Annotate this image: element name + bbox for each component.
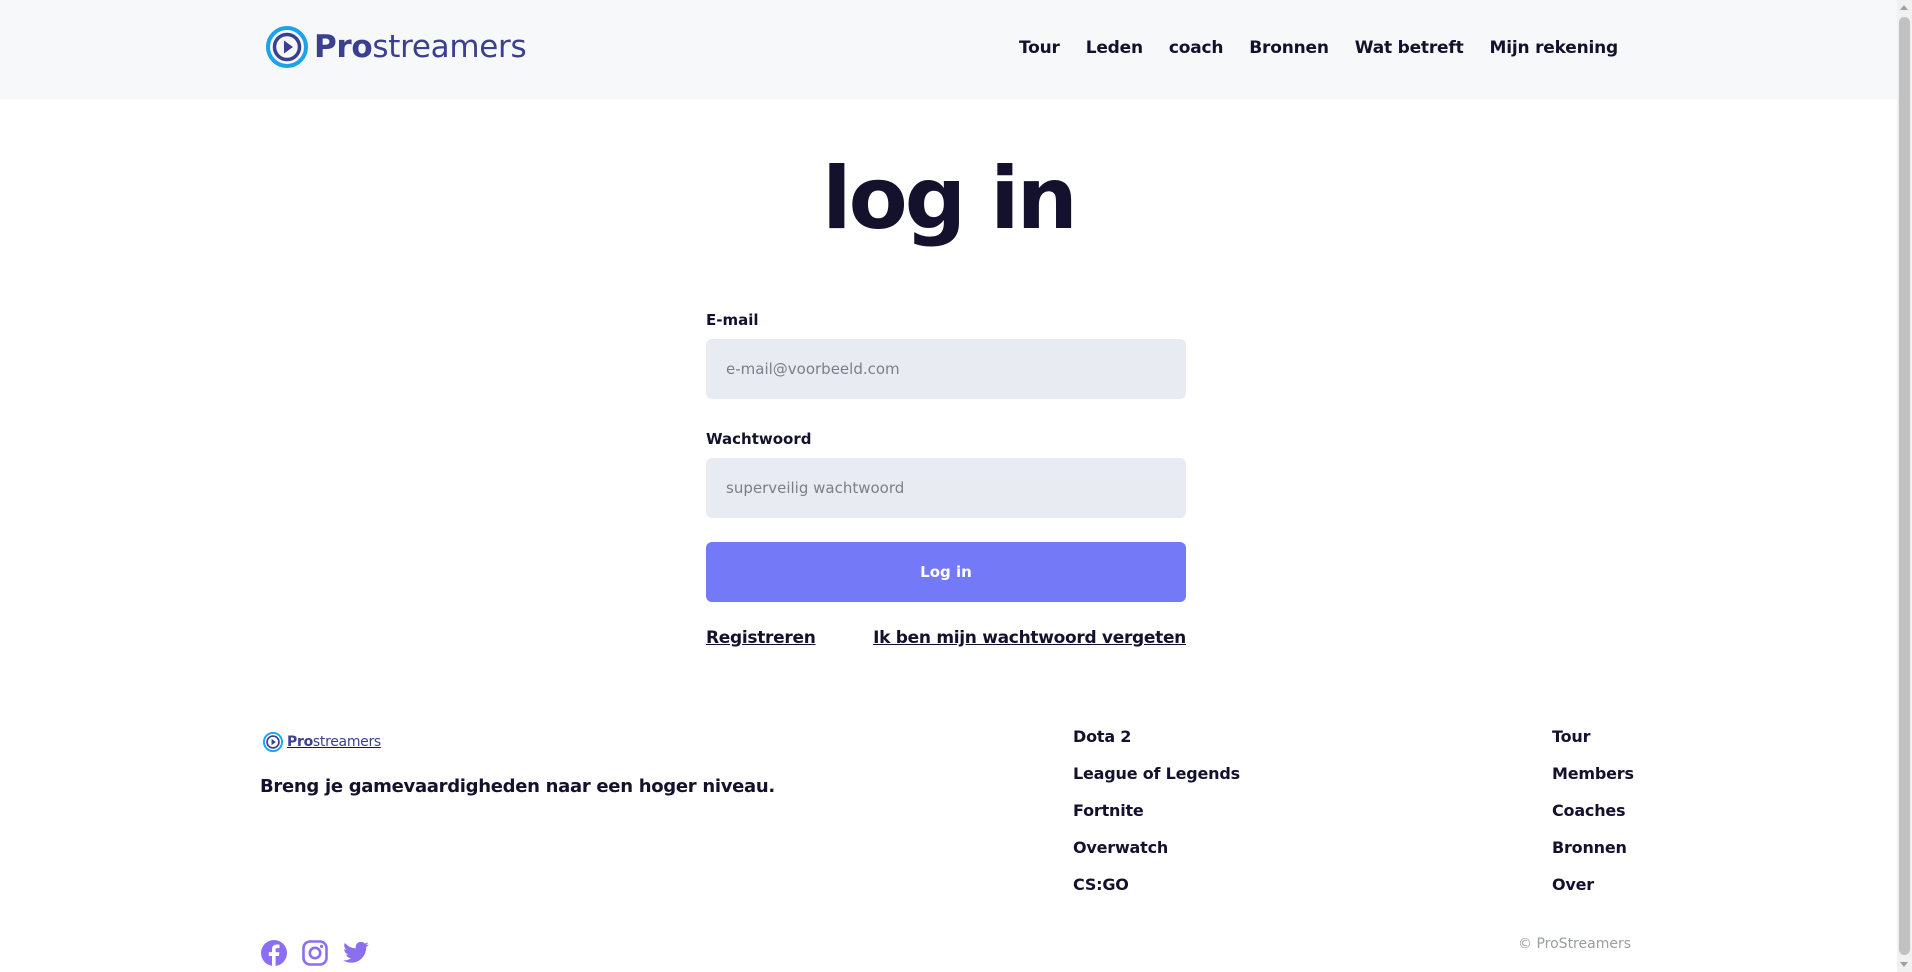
- list-item: League of Legends: [1073, 764, 1240, 801]
- instagram-icon: [302, 940, 328, 966]
- brand-logo[interactable]: Prostreamers: [266, 26, 527, 68]
- scrollbar-thumb[interactable]: [1899, 17, 1910, 955]
- nav-item-wat-betreft[interactable]: Wat betreft: [1355, 38, 1464, 58]
- site-header: Prostreamers Tour Leden coach Bronnen Wa…: [0, 0, 1897, 99]
- login-form: E-mail Wachtwoord Log in Registreren Ik …: [706, 311, 1186, 648]
- form-links: Registreren Ik ben mijn wachtwoord verge…: [706, 628, 1186, 648]
- footer-game-link[interactable]: Dota 2: [1073, 727, 1131, 746]
- footer-tagline: Breng je gamevaardigheden naar een hoger…: [260, 776, 775, 797]
- password-label: Wachtwoord: [706, 430, 812, 448]
- footer-site-link[interactable]: Bronnen: [1552, 838, 1627, 857]
- facebook-link[interactable]: [260, 939, 288, 967]
- nav-item-mijn-rekening[interactable]: Mijn rekening: [1490, 38, 1619, 58]
- scroll-down-arrow-icon[interactable]: [1900, 962, 1908, 967]
- footer-game-link[interactable]: League of Legends: [1073, 764, 1240, 783]
- list-item: Over: [1552, 875, 1634, 912]
- register-link[interactable]: Registreren: [706, 628, 816, 648]
- page-title: log in: [822, 149, 1078, 249]
- nav-item-coach[interactable]: coach: [1169, 38, 1224, 58]
- list-item: CS:GO: [1073, 875, 1240, 912]
- list-item: Bronnen: [1552, 838, 1634, 875]
- copyright-text: © ProStreamers: [1518, 936, 1631, 952]
- nav-item-bronnen[interactable]: Bronnen: [1249, 38, 1329, 58]
- facebook-icon: [261, 940, 287, 966]
- email-label: E-mail: [706, 311, 759, 329]
- footer-brand-name: Prostreamers: [287, 734, 381, 750]
- footer-game-link[interactable]: CS:GO: [1073, 875, 1129, 894]
- login-button[interactable]: Log in: [706, 542, 1186, 602]
- nav-item-tour[interactable]: Tour: [1019, 38, 1060, 58]
- footer-brand-play-icon: [263, 732, 283, 752]
- footer-game-link[interactable]: Fortnite: [1073, 801, 1144, 820]
- footer-site-link[interactable]: Tour: [1552, 727, 1590, 746]
- password-field[interactable]: [706, 458, 1186, 518]
- list-item: Coaches: [1552, 801, 1634, 838]
- social-links: [260, 939, 370, 967]
- list-item: Dota 2: [1073, 727, 1240, 764]
- brand-play-icon: [266, 26, 308, 68]
- instagram-link[interactable]: [301, 939, 329, 967]
- footer-site-links: Tour Members Coaches Bronnen Over: [1552, 727, 1634, 912]
- scroll-up-arrow-icon[interactable]: [1900, 5, 1908, 10]
- list-item: Members: [1552, 764, 1634, 801]
- footer-game-link[interactable]: Overwatch: [1073, 838, 1168, 857]
- forgot-password-link[interactable]: Ik ben mijn wachtwoord vergeten: [873, 628, 1186, 648]
- footer-site-link[interactable]: Coaches: [1552, 801, 1626, 820]
- email-field[interactable]: [706, 339, 1186, 399]
- list-item: Fortnite: [1073, 801, 1240, 838]
- footer-site-link[interactable]: Over: [1552, 875, 1594, 894]
- twitter-link[interactable]: [342, 939, 370, 967]
- nav-item-leden[interactable]: Leden: [1086, 38, 1143, 58]
- list-item: Overwatch: [1073, 838, 1240, 875]
- footer-brand-logo[interactable]: Prostreamers: [263, 732, 381, 752]
- brand-name: Prostreamers: [314, 29, 527, 65]
- footer-site-link[interactable]: Members: [1552, 764, 1634, 783]
- footer-games-list: Dota 2 League of Legends Fortnite Overwa…: [1073, 727, 1240, 912]
- twitter-icon: [343, 941, 369, 963]
- list-item: Tour: [1552, 727, 1634, 764]
- main-nav: Tour Leden coach Bronnen Wat betreft Mij…: [1019, 38, 1618, 58]
- page-scrollbar[interactable]: [1897, 0, 1912, 972]
